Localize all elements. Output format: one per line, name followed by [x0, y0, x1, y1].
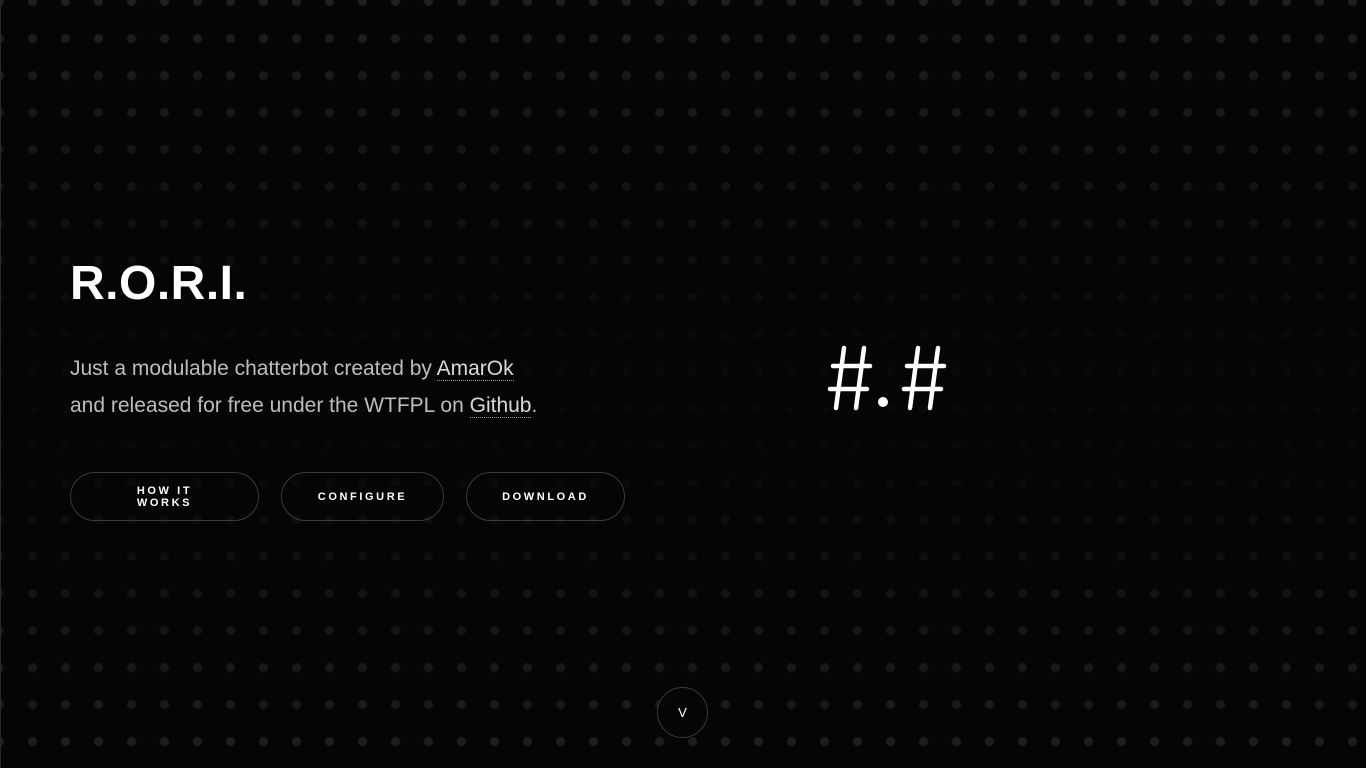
left-edge-line [0, 0, 1, 768]
download-button[interactable]: DOWNLOAD [466, 472, 625, 521]
configure-button[interactable]: CONFIGURE [281, 472, 444, 521]
how-it-works-button[interactable]: HOW IT WORKS [70, 472, 259, 521]
tagline-line2-text: and released for free under the WTFPL on [70, 394, 470, 417]
author-link[interactable]: AmarOk [436, 357, 514, 381]
hero-section: R.O.R.I. Just a modulable chatterbot cre… [70, 256, 690, 521]
hash-dot-hash-logo-icon [826, 342, 950, 414]
hero-buttons: HOW IT WORKS CONFIGURE DOWNLOAD [70, 472, 690, 521]
scroll-down-button[interactable]: V [657, 687, 708, 738]
tagline: Just a modulable chatterbot created by A… [70, 350, 690, 424]
tagline-line2-suffix: . [531, 394, 538, 417]
tagline-line1-text: Just a modulable chatterbot created by [70, 357, 437, 380]
page-title: R.O.R.I. [70, 257, 248, 310]
github-link[interactable]: Github [469, 394, 532, 418]
